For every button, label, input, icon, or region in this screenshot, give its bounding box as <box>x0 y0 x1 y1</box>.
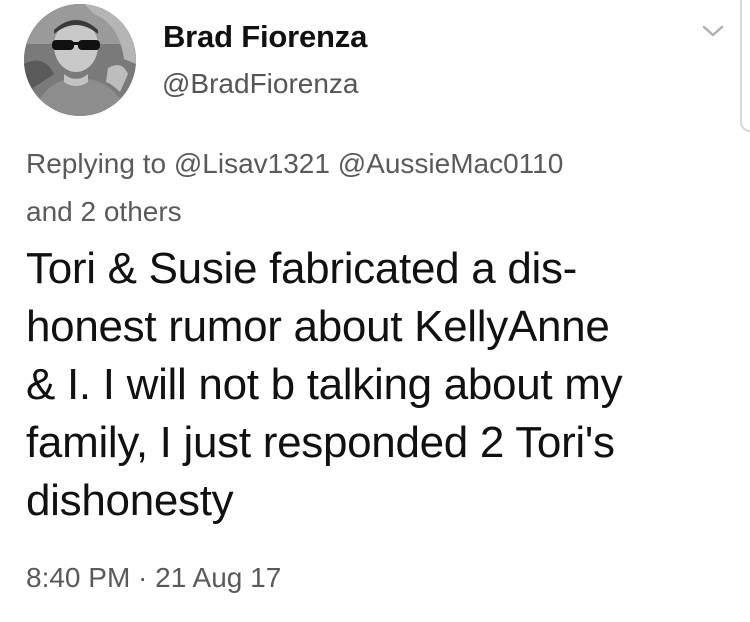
profile-photo <box>24 4 136 116</box>
mention-link[interactable]: @AussieMac0110 <box>338 148 564 179</box>
author-handle[interactable]: @BradFiorenza <box>162 68 359 100</box>
tweet-timestamp[interactable]: 8:40 PM · 21 Aug 17 <box>26 562 281 594</box>
reply-others-link[interactable]: and 2 others <box>26 196 182 227</box>
reply-prefix: Replying to <box>26 148 167 179</box>
avatar[interactable] <box>24 4 136 116</box>
scrollbar[interactable] <box>740 0 750 132</box>
author-display-name[interactable]: Brad Fiorenza <box>163 19 367 55</box>
chevron-down-icon[interactable] <box>700 22 726 40</box>
tweet-text: Tori & Susie fabricated a dis- honest ru… <box>26 244 623 525</box>
reply-context: Replying to @Lisav1321 @AussieMac0110 an… <box>26 140 726 236</box>
mention-link[interactable]: @Lisav1321 <box>174 148 330 179</box>
